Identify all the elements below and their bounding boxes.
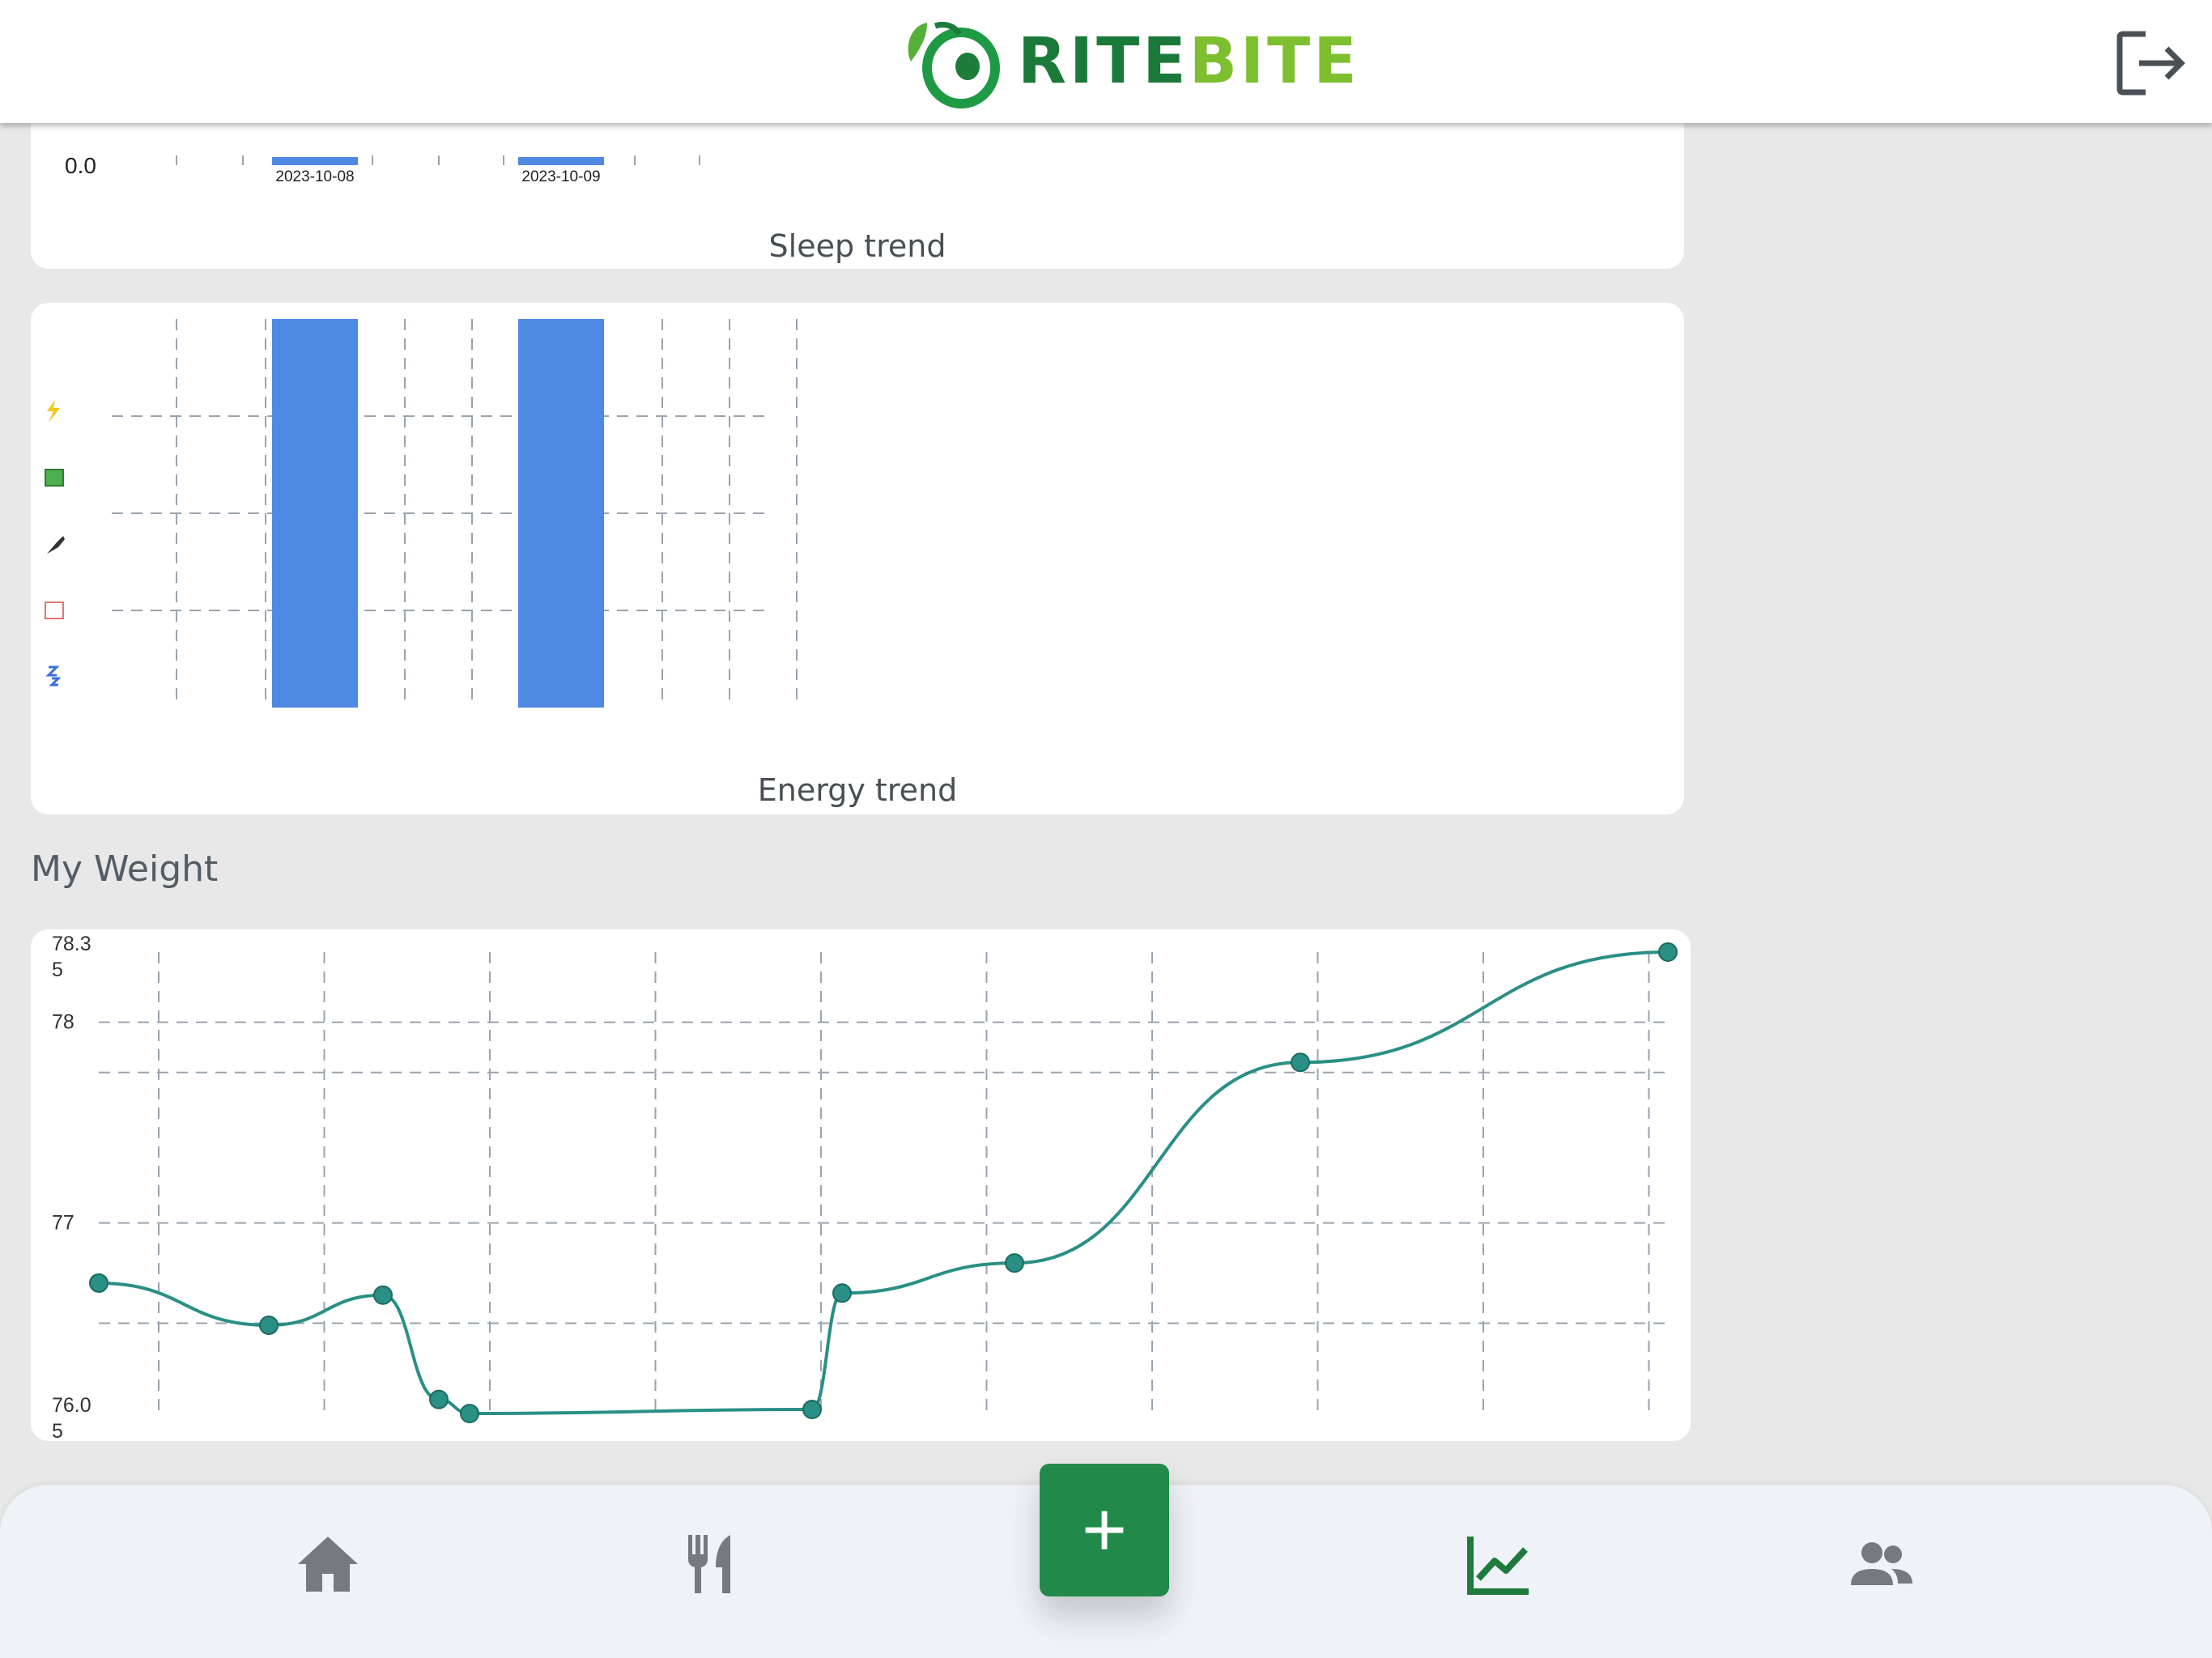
lightning-icon: [47, 400, 60, 423]
sleep-x-label-1: 2023-10-08: [275, 168, 354, 185]
weight-point-5: [460, 1404, 479, 1423]
plug-icon: [47, 536, 65, 554]
plug-shape: [47, 536, 65, 554]
chart-line-icon[interactable]: [1462, 1527, 1535, 1600]
sleep-y-min-label: 0.0: [65, 153, 96, 178]
lightning-shape: [47, 400, 60, 423]
zzz-shape: [45, 665, 62, 687]
plus-icon: +: [1081, 1486, 1128, 1573]
weight-chart-card: 76.0 5 77 78 78.3 5: [31, 929, 1691, 1441]
low-battery-icon: [45, 602, 64, 619]
weight-point-6: [802, 1400, 822, 1420]
my-weight-title: My Weight: [31, 848, 219, 890]
home-icon[interactable]: [291, 1527, 364, 1600]
energy-trend-card: Energy trend: [31, 303, 1684, 814]
sleep-trend-caption: Sleep trend: [768, 228, 946, 264]
logout-icon[interactable]: [2112, 24, 2189, 102]
weight-point-8: [1005, 1253, 1024, 1273]
energy-grid: [112, 319, 798, 708]
weight-line-chart: 76.0 5 77 78 78.3 5: [52, 933, 1678, 1441]
weight-y-tick-label-0: 76.0 5: [52, 1394, 91, 1441]
sleep-x-label-2: 2023-10-09: [521, 168, 600, 185]
sleep-bar-2: [518, 157, 604, 165]
weight-point-9: [1291, 1052, 1310, 1073]
weight-y-tick-label-2: 78: [52, 1011, 74, 1034]
fork-knife-icon[interactable]: [674, 1527, 747, 1600]
brand-name: RITEBITE: [1018, 25, 1360, 98]
brand-name-rite: RITE: [1018, 25, 1189, 98]
weight-y-tick-label-1: 77: [52, 1212, 74, 1235]
weight-grid: [99, 952, 1668, 1414]
battery-shape: [45, 469, 64, 487]
avocado-icon: [908, 21, 1000, 108]
weight-y-tick-label-3: 78.3 5: [52, 933, 91, 981]
battery-icon: [45, 469, 64, 487]
energy-trend-caption: Energy trend: [757, 772, 958, 808]
weight-point-4: [429, 1389, 449, 1409]
people-icon[interactable]: [1844, 1527, 1917, 1600]
brand-logo[interactable]: RITEBITE: [903, 15, 1360, 108]
energy-bar-1: [272, 319, 358, 708]
weight-point-7: [832, 1283, 852, 1303]
low-battery-shape: [45, 602, 64, 619]
energy-trend-chart: [45, 319, 798, 708]
weight-line: [98, 950, 1669, 1416]
weight-point-2: [259, 1315, 279, 1335]
weight-point-10: [1658, 942, 1678, 962]
add-entry-button[interactable]: +: [1040, 1464, 1169, 1596]
sleep-bar-1: [272, 157, 358, 165]
energy-bar-2: [518, 319, 604, 708]
app-header: RITEBITE: [0, 0, 2212, 123]
weight-point-3: [373, 1285, 393, 1305]
sleep-zzz-icon: [45, 665, 62, 687]
weight-point-1: [89, 1273, 108, 1293]
brand-name-bite: BITE: [1189, 25, 1360, 98]
